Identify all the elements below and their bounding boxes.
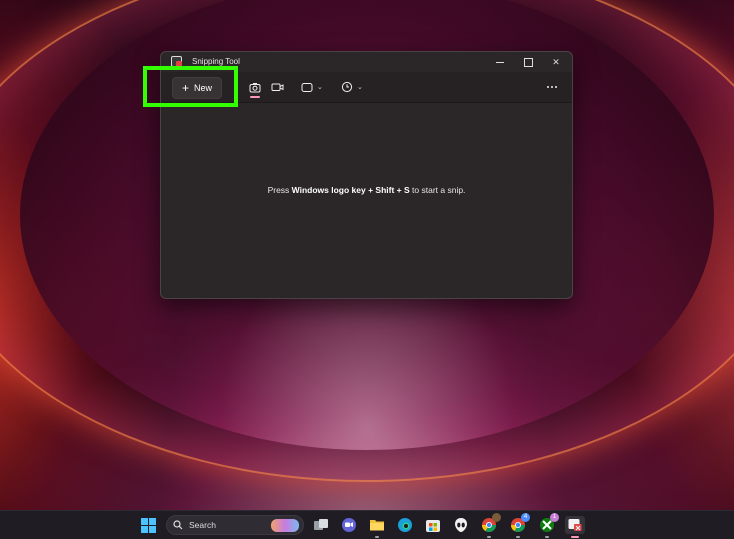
chat-icon [342,518,356,532]
delay-timer-dropdown[interactable]: ⌄ [341,79,363,95]
hint-plus: + [365,185,376,195]
camera-icon [249,82,261,92]
maximize-button[interactable] [514,54,542,70]
teams-chat-button[interactable] [340,516,358,534]
close-button[interactable]: ✕ [542,54,570,70]
more-dot [551,86,553,88]
edge-button[interactable] [396,516,414,534]
start-button[interactable] [139,516,157,534]
rectangle-icon [301,82,313,92]
windows-logo-icon [140,517,156,533]
minimize-icon [496,61,504,63]
video-camera-icon [271,83,284,91]
screenshot-mode-button[interactable] [247,79,263,98]
file-explorer-button[interactable] [368,516,386,538]
snip-shape-dropdown[interactable]: ⌄ [301,79,323,95]
taskbar: Search 4 1 [0,510,734,539]
video-mode-button[interactable] [271,79,284,95]
store-icon [426,520,440,532]
edge-icon [398,518,412,532]
task-view-icon [314,519,328,530]
profile-avatar-badge [492,513,501,522]
chevron-down-icon: ⌄ [357,84,363,91]
alienware-button[interactable] [452,516,470,534]
window-title: Snipping Tool [192,57,240,66]
more-dot [547,86,549,88]
search-highlight-art [271,519,299,532]
new-button-highlight [143,66,238,107]
start-snip-hint: Press Windows logo key + Shift + S to st… [161,185,572,195]
taskbar-search[interactable]: Search [166,515,304,535]
chrome-profile-2-button[interactable]: 4 [509,513,530,538]
snipping-tool-icon [568,519,582,531]
more-options-button[interactable] [542,79,562,95]
hint-text: to start a snip. [409,185,466,195]
clock-icon [341,81,353,93]
folder-icon [370,520,384,531]
task-view-button[interactable] [312,516,330,534]
search-label: Search [189,520,216,530]
microsoft-store-button[interactable] [424,516,442,534]
chevron-down-icon: ⌄ [317,84,323,91]
more-dot [555,86,557,88]
hint-text: Press [267,185,292,195]
snipping-tool-taskbar-button[interactable] [565,516,585,538]
notification-badge: 1 [550,513,559,522]
close-icon: ✕ [552,56,560,67]
chrome-profile-1-button[interactable] [480,513,501,538]
search-icon [173,520,183,530]
minimize-button[interactable] [486,54,514,70]
maximize-icon [523,57,533,67]
hint-key-shift: Shift [375,185,395,195]
xbox-button[interactable]: 1 [538,513,559,538]
notification-badge: 4 [521,513,530,522]
hint-key-windows: Windows logo key [291,185,366,195]
hint-plus: + [394,185,404,195]
alien-head-icon [455,518,467,532]
